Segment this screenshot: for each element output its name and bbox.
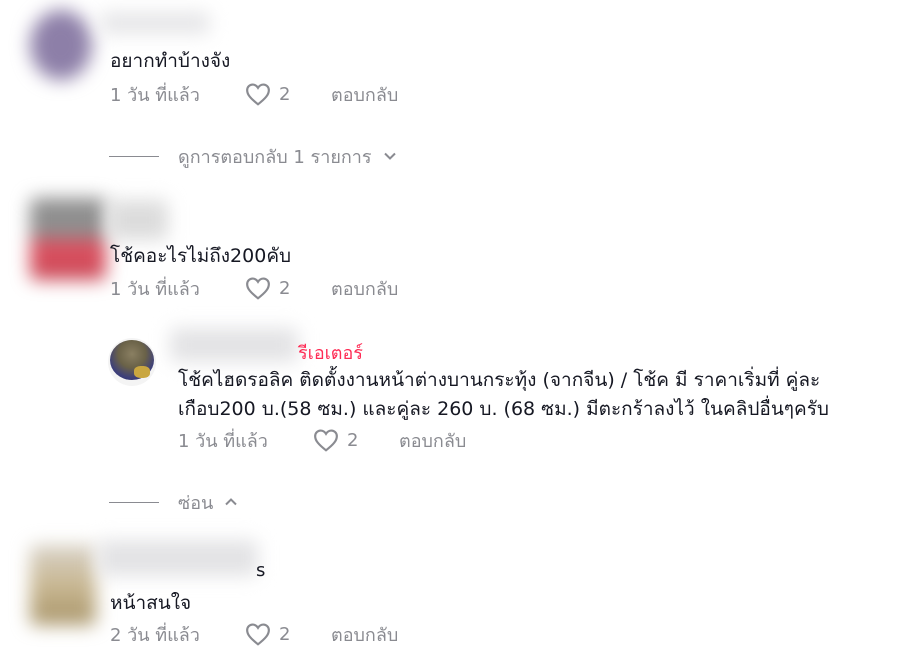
- view-replies-label: ดูการตอบกลับ 1 รายการ: [178, 146, 372, 168]
- like-count: 2: [347, 429, 359, 451]
- heart-outline-icon: [314, 429, 338, 452]
- creator-username-blurred[interactable]: [170, 328, 298, 362]
- username-blurred[interactable]: [98, 540, 258, 576]
- reply-meta: 1 วัน ที่แล้ว 2 ตอบกลับ: [178, 426, 466, 454]
- divider-line: [109, 155, 159, 157]
- username-blurred[interactable]: [108, 200, 168, 240]
- chevron-up-icon: [225, 498, 238, 506]
- avatar[interactable]: [30, 545, 96, 625]
- comment-time: 2 วัน ที่แล้ว: [110, 624, 200, 646]
- creator-avatar[interactable]: [108, 338, 156, 386]
- reply-button[interactable]: ตอบกลับ: [399, 426, 466, 455]
- comment-meta: 2 วัน ที่แล้ว 2 ตอบกลับ: [110, 620, 398, 648]
- avatar[interactable]: [30, 198, 106, 280]
- reply-button[interactable]: ตอบกลับ: [331, 620, 398, 649]
- comment-text: หน้าสนใจ: [110, 592, 192, 614]
- heart-outline-icon: [246, 623, 270, 646]
- comment-meta: 1 วัน ที่แล้ว 2 ตอบกลับ: [110, 80, 398, 108]
- reply-button[interactable]: ตอบกลับ: [331, 274, 398, 303]
- username-tail: s: [256, 560, 266, 581]
- username-blurred[interactable]: [100, 12, 210, 34]
- view-replies-button[interactable]: ดูการตอบกลับ 1 รายการ: [109, 142, 398, 170]
- chevron-down-icon: [383, 152, 396, 160]
- hide-replies-button[interactable]: ซ่อน: [109, 488, 239, 516]
- comment-time: 1 วัน ที่แล้ว: [110, 278, 200, 300]
- comment-text: โช้คอะไรไม่ถึง200คับ: [110, 245, 292, 267]
- like-button[interactable]: 2: [245, 622, 331, 646]
- like-count: 2: [279, 277, 291, 299]
- reply-time: 1 วัน ที่แล้ว: [178, 430, 268, 452]
- creator-badge: รีเอเตอร์: [298, 343, 363, 364]
- like-count: 2: [279, 83, 291, 105]
- like-button[interactable]: 2: [245, 82, 331, 106]
- reply-text-line-2: เกือบ200 บ.(58 ซม.) และคู่ละ 260 บ. (68 …: [178, 398, 829, 420]
- like-button[interactable]: 2: [313, 428, 399, 452]
- comment-time: 1 วัน ที่แล้ว: [110, 84, 200, 106]
- comment-meta: 1 วัน ที่แล้ว 2 ตอบกลับ: [110, 274, 398, 302]
- comment-text: อยากทำบ้างจัง: [110, 50, 231, 72]
- like-count: 2: [279, 623, 291, 645]
- heart-outline-icon: [246, 83, 270, 106]
- like-button[interactable]: 2: [245, 276, 331, 300]
- reply-button[interactable]: ตอบกลับ: [331, 80, 398, 109]
- avatar[interactable]: [30, 10, 92, 80]
- heart-outline-icon: [246, 277, 270, 300]
- hide-replies-label: ซ่อน: [178, 492, 214, 514]
- divider-line: [109, 501, 159, 503]
- reply-text-line-1: โช้คไฮดรอลิค ติดตั้งงานหน้าต่างบานกระทุ้…: [178, 369, 821, 391]
